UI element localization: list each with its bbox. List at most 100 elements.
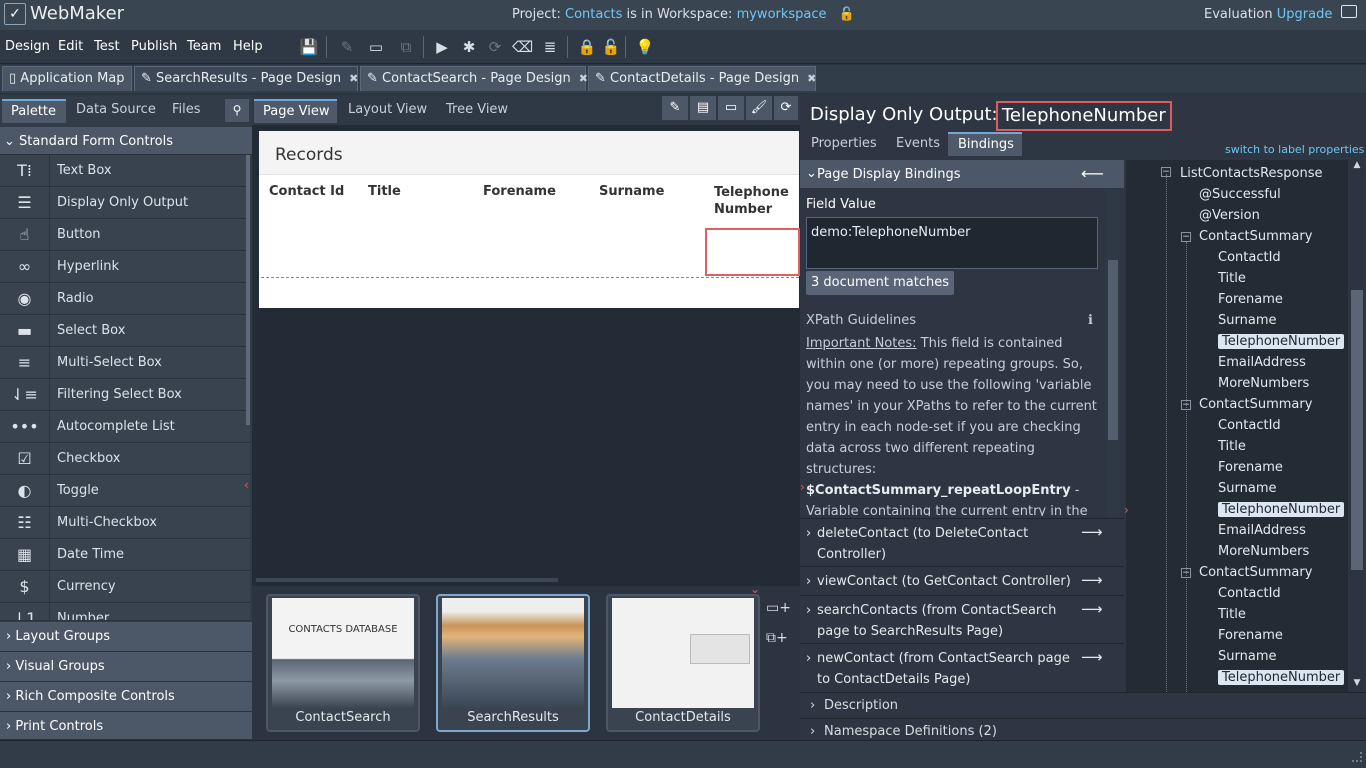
- edit-icon[interactable]: ✎: [337, 37, 357, 57]
- menu-edit[interactable]: Edit: [58, 39, 83, 54]
- category-print-controls[interactable]: › Print Controls: [0, 712, 252, 740]
- event-delete-contact[interactable]: › deleteContact (to DeleteContact Contro…: [800, 518, 1124, 566]
- tab-properties[interactable]: Properties: [811, 136, 877, 151]
- arrow-right-icon[interactable]: ⟶: [1081, 599, 1103, 620]
- selected-telephone-output[interactable]: [705, 228, 800, 276]
- splitter-arrow-icon[interactable]: ‹: [244, 478, 249, 492]
- tab-contactdetails[interactable]: ✎ ContactDetails - Page Design ✖: [588, 66, 816, 91]
- palette-item-filtering-select-box[interactable]: ⇃≡ Filtering Select Box: [0, 379, 250, 411]
- tree-node-forename[interactable]: Forename: [1218, 460, 1283, 475]
- tree-node-version[interactable]: @Version: [1199, 208, 1260, 223]
- menu-test[interactable]: Test: [94, 39, 120, 54]
- lightbulb-icon[interactable]: 💡: [635, 37, 655, 57]
- server-icon[interactable]: ≣: [540, 37, 560, 57]
- palette-item-number[interactable]: ↓1 Number: [0, 603, 250, 621]
- canvas-scrollbar[interactable]: [256, 578, 558, 582]
- menu-team[interactable]: Team: [187, 39, 221, 54]
- palette-settings-icon[interactable]: ⚲: [225, 99, 249, 122]
- tree-node-telephonenumber[interactable]: TelephoneNumber: [1218, 502, 1345, 517]
- brush-icon[interactable]: 🖌: [746, 96, 772, 120]
- arrow-right-icon[interactable]: ⟶: [1081, 570, 1103, 591]
- info-icon[interactable]: ℹ: [1088, 313, 1093, 328]
- tree-node-title[interactable]: Title: [1218, 271, 1246, 286]
- eraser-icon[interactable]: ⌫: [512, 37, 533, 57]
- tree-node-contactsummary[interactable]: ContactSummary: [1199, 397, 1312, 412]
- tab-application-map[interactable]: ▯ Application Map: [2, 66, 132, 91]
- category-visual-groups[interactable]: › Visual Groups: [0, 652, 252, 682]
- tree-node-morenumbers[interactable]: MoreNumbers: [1218, 376, 1309, 391]
- menu-help[interactable]: Help: [233, 39, 263, 54]
- event-view-contact[interactable]: › viewContact (to GetContact Controller)…: [800, 566, 1124, 595]
- tree-node-contactid[interactable]: ContactId: [1218, 586, 1281, 601]
- tab-searchresults[interactable]: ✎ SearchResults - Page Design ✖: [134, 66, 358, 91]
- refresh-view-icon[interactable]: ⟳: [774, 96, 798, 120]
- close-icon[interactable]: ✖: [349, 72, 358, 85]
- arrow-left-icon[interactable]: ⟵: [1081, 164, 1104, 183]
- arrow-right-icon[interactable]: ⟶: [1081, 522, 1103, 543]
- tree-node-root[interactable]: ListContactsResponse: [1180, 166, 1323, 181]
- monitor-icon[interactable]: ▭: [366, 37, 386, 57]
- edit-mode-icon[interactable]: ✎: [662, 96, 688, 120]
- splitter-arrow-icon[interactable]: ›: [1124, 503, 1129, 517]
- unlock-icon[interactable]: 🔓: [839, 7, 855, 22]
- tab-layout-view[interactable]: Layout View: [348, 102, 427, 117]
- upgrade-link[interactable]: Upgrade: [1277, 7, 1333, 22]
- palette-item-autocomplete-list[interactable]: ••• Autocomplete List: [0, 411, 250, 443]
- hierarchy-icon[interactable]: ⧉: [396, 37, 416, 57]
- bindings-scrollbar-thumb[interactable]: [1108, 260, 1118, 440]
- form-icon[interactable]: ▤: [690, 96, 716, 120]
- mail-icon[interactable]: [1341, 5, 1357, 18]
- collapse-icon[interactable]: −: [1181, 232, 1191, 242]
- bindings-scrollbar-track[interactable]: [1106, 190, 1120, 516]
- tree-node-contactsummary[interactable]: ContactSummary: [1199, 565, 1312, 580]
- refresh-icon[interactable]: ⟳: [485, 37, 505, 57]
- save-icon[interactable]: 💾: [299, 37, 319, 57]
- palette-item-text-box[interactable]: T⁞ Text Box: [0, 155, 250, 187]
- collapse-icon[interactable]: −: [1181, 400, 1191, 410]
- project-link[interactable]: Contacts: [565, 7, 622, 22]
- page-display-bindings-header[interactable]: ⌄ Page Display Bindings ⟵: [800, 160, 1124, 188]
- tree-node-title[interactable]: Title: [1218, 607, 1246, 622]
- tree-node-morenumbers[interactable]: MoreNumbers: [1218, 544, 1309, 559]
- tab-events[interactable]: Events: [896, 136, 940, 151]
- palette-scrollbar[interactable]: [246, 155, 250, 425]
- field-value-input[interactable]: demo:TelephoneNumber: [806, 217, 1098, 269]
- tab-bindings[interactable]: Bindings: [948, 132, 1022, 156]
- tree-node-surname[interactable]: Surname: [1218, 481, 1276, 496]
- palette-item-multi-checkbox[interactable]: ☷ Multi-Checkbox: [0, 507, 250, 539]
- collapse-icon[interactable]: −: [1181, 568, 1191, 578]
- tree-node-contactid[interactable]: ContactId: [1218, 250, 1281, 265]
- tree-node-forename[interactable]: Forename: [1218, 292, 1283, 307]
- thumbnail-contactsearch[interactable]: CONTACTS DATABASE ContactSearch: [266, 594, 420, 732]
- palette-item-hyperlink[interactable]: ∞ Hyperlink: [0, 251, 250, 283]
- category-layout-groups[interactable]: › Layout Groups: [0, 622, 252, 652]
- tab-page-view[interactable]: Page View: [254, 99, 337, 123]
- thumbnail-contactdetails[interactable]: ContactDetails: [606, 594, 760, 732]
- event-new-contact[interactable]: › newContact (from ContactSearch page to…: [800, 643, 1124, 692]
- palette-item-display-only-output[interactable]: ☰ Display Only Output: [0, 187, 250, 219]
- namespace-section[interactable]: › Namespace Definitions (2): [800, 718, 1366, 740]
- tree-node-telephonenumber[interactable]: TelephoneNumber: [1218, 670, 1345, 685]
- tree-node-emailaddress[interactable]: EmailAddress: [1218, 523, 1306, 538]
- splitter-arrow-icon[interactable]: ›: [800, 480, 805, 494]
- lock-icon[interactable]: 🔒: [577, 37, 597, 57]
- arrow-right-icon[interactable]: ⟶: [1081, 647, 1103, 668]
- bug-icon[interactable]: ✱: [459, 37, 479, 57]
- palette-item-multi-select-box[interactable]: ≡ Multi-Select Box: [0, 347, 250, 379]
- menu-design[interactable]: Design: [5, 39, 50, 54]
- column-header-surname[interactable]: Surname: [599, 184, 664, 199]
- column-header-telephone-number[interactable]: Telephone Number: [714, 184, 794, 218]
- switch-to-label-properties-link[interactable]: switch to label properties: [1225, 143, 1364, 156]
- tab-tree-view[interactable]: Tree View: [446, 102, 508, 117]
- tab-contactsearch[interactable]: ✎ ContactSearch - Page Design ✖: [360, 66, 588, 91]
- scroll-up-icon[interactable]: ▲: [1350, 160, 1364, 172]
- duplicate-page-icon[interactable]: ⧉+: [766, 630, 788, 646]
- column-header-title[interactable]: Title: [368, 184, 401, 199]
- event-search-contacts[interactable]: › searchContacts (from ContactSearch pag…: [800, 595, 1124, 643]
- thumbnail-searchresults[interactable]: SearchResults: [436, 594, 590, 732]
- collapse-icon[interactable]: −: [1161, 167, 1171, 177]
- tree-scrollbar-track[interactable]: ▲ ▼: [1350, 160, 1364, 692]
- category-rich-composite-controls[interactable]: › Rich Composite Controls: [0, 682, 252, 712]
- scroll-down-icon[interactable]: ▼: [1350, 678, 1364, 690]
- close-icon[interactable]: ✖: [807, 72, 816, 85]
